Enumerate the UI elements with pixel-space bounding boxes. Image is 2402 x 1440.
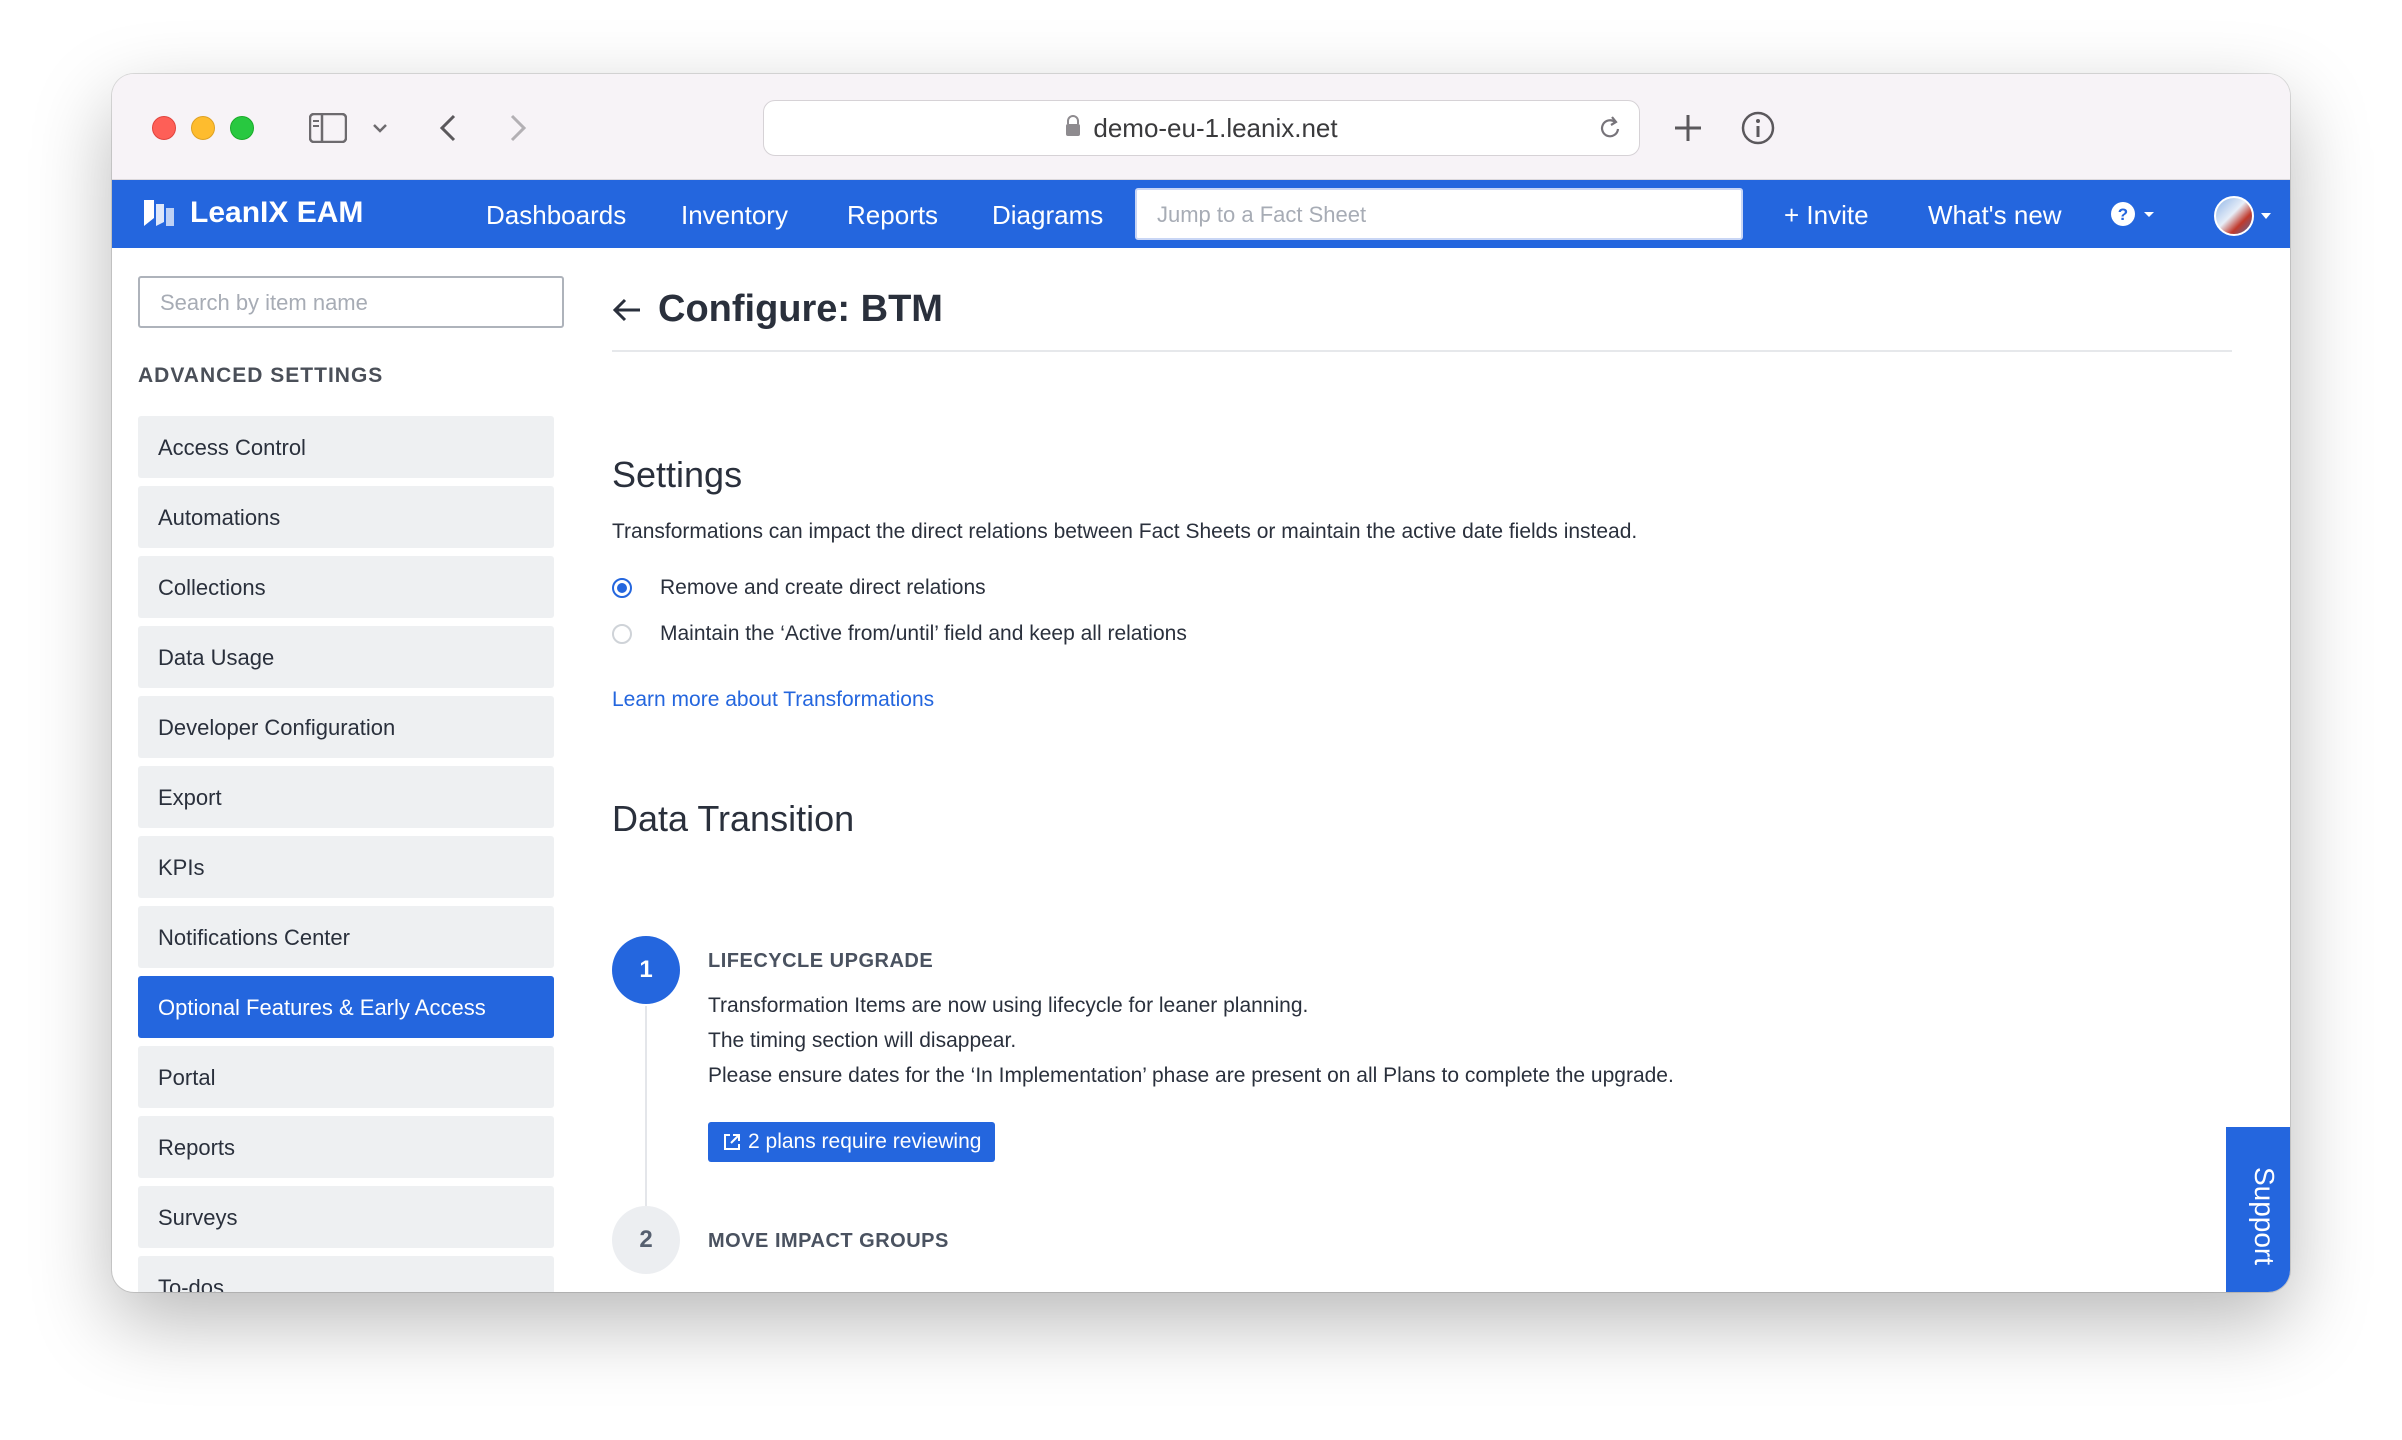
nav-inventory[interactable]: Inventory — [681, 200, 788, 231]
data-transition-heading: Data Transition — [612, 798, 855, 839]
back-icon[interactable] — [428, 108, 468, 148]
sidebar-item-optional-features[interactable]: Optional Features & Early Access — [138, 976, 554, 1038]
sidebar-item-surveys[interactable]: Surveys — [138, 1186, 554, 1248]
browser-window: demo-eu-1.leanix.net LeanIX EAM Dashboar… — [112, 74, 2290, 1292]
page-header: Configure: BTM — [612, 288, 943, 331]
radio-button[interactable] — [612, 624, 632, 644]
brand-logo[interactable]: LeanIX EAM — [142, 196, 363, 230]
sidebar-item-kpis[interactable]: KPIs — [138, 836, 554, 898]
minimize-window-button[interactable] — [191, 116, 215, 140]
lock-icon — [1065, 113, 1081, 144]
url-text: demo-eu-1.leanix.net — [1093, 112, 1338, 143]
sidebar-item-collections[interactable]: Collections — [138, 556, 554, 618]
zoom-window-button[interactable] — [230, 116, 254, 140]
radio-label: Maintain the ‘Active from/until’ field a… — [660, 622, 1187, 645]
settings-description: Transformations can impact the direct re… — [612, 520, 1638, 543]
app-navbar: LeanIX EAM Dashboards Inventory Reports … — [112, 180, 2290, 248]
nav-diagrams[interactable]: Diagrams — [992, 200, 1103, 231]
sidebar-item-export[interactable]: Export — [138, 766, 554, 828]
step-number-1: 1 — [612, 936, 680, 1004]
address-bar[interactable]: demo-eu-1.leanix.net — [763, 100, 1640, 156]
close-window-button[interactable] — [152, 116, 176, 140]
settings-sidebar: Search by item name ADVANCED SETTINGS Ac… — [138, 248, 564, 1292]
reload-icon[interactable] — [1597, 114, 1623, 149]
sidebar-item-notifications-center[interactable]: Notifications Center — [138, 906, 554, 968]
radio-label: Remove and create direct relations — [660, 576, 986, 599]
avatar[interactable] — [2214, 196, 2254, 236]
sidebar-list: Access Control Automations Collections D… — [138, 416, 554, 1292]
radio-button-selected[interactable] — [612, 578, 632, 598]
svg-text:?: ? — [2118, 205, 2128, 224]
page-title: Configure: BTM — [658, 288, 943, 330]
sidebar-item-portal[interactable]: Portal — [138, 1046, 554, 1108]
plans-review-label: 2 plans require reviewing — [748, 1130, 982, 1153]
whats-new-link[interactable]: What's new — [1928, 200, 2062, 231]
chevron-down-icon[interactable] — [360, 108, 400, 148]
brand-name: LeanIX EAM — [190, 196, 364, 229]
step-number-2: 2 — [612, 1206, 680, 1274]
help-icon: ? — [2111, 202, 2154, 226]
help-menu[interactable]: ? — [2110, 200, 2160, 235]
step-text-line-3: Please ensure dates for the ‘In Implemen… — [708, 1064, 1674, 1087]
radio-option-maintain-active-dates[interactable]: Maintain the ‘Active from/until’ field a… — [612, 622, 1187, 646]
step-text-line-2: The timing section will disappear. — [708, 1029, 1017, 1052]
sidebar-item-data-usage[interactable]: Data Usage — [138, 626, 554, 688]
jump-to-fact-sheet-input[interactable]: Jump to a Fact Sheet — [1135, 188, 1743, 240]
external-link-icon — [724, 1134, 740, 1150]
support-button[interactable]: Support — [2226, 1127, 2290, 1292]
sidebar-item-automations[interactable]: Automations — [138, 486, 554, 548]
step-title-lifecycle-upgrade: LIFECYCLE UPGRADE — [708, 950, 934, 972]
nav-reports[interactable]: Reports — [847, 200, 938, 231]
sidebar-item-developer-configuration[interactable]: Developer Configuration — [138, 696, 554, 758]
leanix-logo-icon — [144, 200, 174, 226]
header-divider — [612, 350, 2232, 352]
sidebar-search-input[interactable]: Search by item name — [138, 276, 564, 328]
nav-dashboards[interactable]: Dashboards — [486, 200, 626, 231]
plans-review-button[interactable]: 2 plans require reviewing — [708, 1122, 996, 1162]
radio-option-remove-relations[interactable]: Remove and create direct relations — [612, 576, 986, 600]
sidebar-item-access-control[interactable]: Access Control — [138, 416, 554, 478]
browser-toolbar: demo-eu-1.leanix.net — [112, 74, 2290, 180]
step-title-move-impact-groups: MOVE IMPACT GROUPS — [708, 1230, 949, 1252]
learn-more-link[interactable]: Learn more about Transformations — [612, 688, 934, 712]
step-connector — [645, 1006, 647, 1206]
avatar-chevron-icon[interactable] — [2260, 212, 2272, 220]
settings-heading: Settings — [612, 454, 743, 495]
forward-icon[interactable] — [498, 108, 538, 148]
step-text-line-1: Transformation Items are now using lifec… — [708, 994, 1309, 1017]
invite-button[interactable]: + Invite — [1784, 200, 1869, 231]
info-icon[interactable] — [1738, 108, 1778, 148]
support-label: Support — [2249, 1166, 2281, 1266]
new-tab-icon[interactable] — [1668, 108, 1708, 148]
sidebar-toggle-icon[interactable] — [308, 108, 348, 148]
back-arrow-icon[interactable] — [612, 297, 642, 323]
sidebar-item-to-dos[interactable]: To-dos — [138, 1256, 554, 1292]
sidebar-heading: ADVANCED SETTINGS — [138, 364, 384, 387]
sidebar-item-reports[interactable]: Reports — [138, 1116, 554, 1178]
